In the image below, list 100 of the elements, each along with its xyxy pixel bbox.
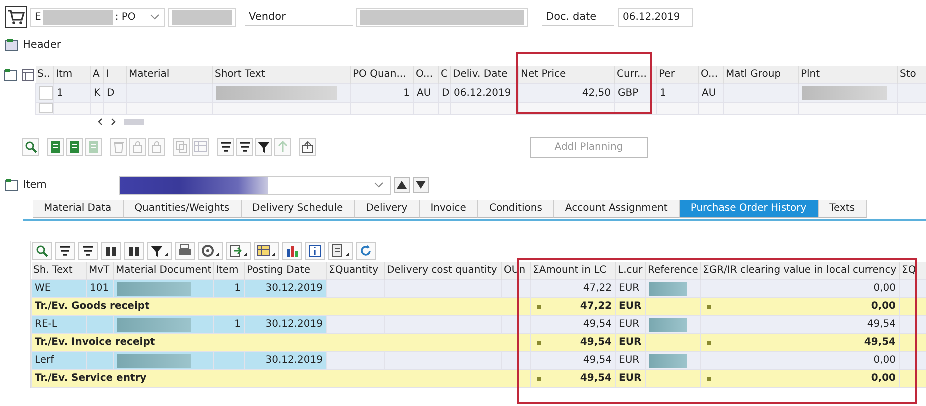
table-cell: 49,54	[580, 337, 612, 348]
column-header[interactable]: Reference	[646, 262, 700, 280]
table-cell: 0,00	[871, 373, 896, 384]
tab[interactable]: Invoice	[420, 200, 478, 218]
upload-icon[interactable]	[226, 242, 251, 260]
tab[interactable]: Quantities/Weights	[124, 200, 242, 218]
info-icon[interactable]	[305, 242, 325, 260]
column-header[interactable]: Net Price	[518, 66, 614, 84]
search-icon[interactable]	[22, 138, 39, 156]
column-header[interactable]: I	[104, 66, 126, 84]
column-header[interactable]: Matl Group	[724, 66, 798, 84]
document-icon[interactable]	[66, 138, 83, 156]
column-header[interactable]: ΣGR/IR clearing value in local currency	[700, 262, 900, 280]
scroll-right-icon[interactable]	[111, 118, 116, 126]
chevron-down-icon[interactable]	[374, 182, 384, 188]
column-header[interactable]: ΣAmount in LC	[530, 262, 616, 280]
column-header[interactable]: Material Document	[114, 262, 214, 280]
doc-date-label: Doc. date	[542, 8, 614, 26]
table-cell: 49,54	[580, 373, 612, 384]
total-marker-icon	[707, 377, 711, 381]
document-icon[interactable]	[328, 242, 353, 260]
redacted-field[interactable]	[168, 8, 236, 26]
column-header[interactable]: Short Text	[212, 66, 350, 84]
table-cell: WE	[35, 283, 52, 294]
column-header[interactable]: MvT	[86, 262, 114, 280]
column-header[interactable]: Sto	[898, 66, 926, 84]
subtotal-label: Tr./Ev. Service entry	[35, 373, 147, 384]
table-cell: 49,54	[867, 319, 896, 330]
total-marker-icon	[537, 305, 541, 309]
tab[interactable]: Account Assignment	[554, 200, 680, 218]
table-cell: EUR	[619, 301, 642, 312]
table-cell: Lerf	[35, 355, 54, 366]
sort-icon[interactable]	[217, 138, 234, 156]
table-settings-icon[interactable]	[21, 68, 35, 82]
column-header[interactable]: S..	[36, 66, 54, 84]
column-header[interactable]: Plnt	[798, 66, 898, 84]
tab[interactable]: Delivery Schedule	[242, 200, 356, 218]
column-header[interactable]: O...	[698, 66, 724, 84]
expand-icon[interactable]	[5, 178, 19, 192]
table-cell: EUR	[619, 355, 640, 366]
total-marker-icon	[537, 377, 541, 381]
table-cell: EUR	[619, 337, 642, 348]
table-cell: D	[107, 88, 115, 98]
total-marker-icon	[537, 341, 541, 345]
sort-icon[interactable]	[78, 242, 98, 260]
document-icon[interactable]	[47, 138, 64, 156]
column-header[interactable]: ΣQuantity	[326, 262, 384, 280]
table-cell: K	[94, 88, 101, 98]
filter-icon[interactable]	[147, 242, 172, 260]
column-header[interactable]: Sh. Text	[32, 262, 86, 280]
scroll-thumb[interactable]	[124, 119, 144, 125]
tab[interactable]: Conditions	[478, 200, 554, 218]
expand-icon[interactable]	[5, 38, 19, 52]
vendor-field[interactable]	[356, 8, 528, 26]
tab[interactable]: Texts	[818, 200, 868, 218]
table-cell: 42,50	[582, 88, 611, 98]
cart-icon[interactable]	[5, 6, 27, 28]
column-header[interactable]: Itm	[54, 66, 90, 84]
printer-icon[interactable]	[175, 242, 195, 260]
grid-icon[interactable]	[254, 242, 279, 260]
table-cell: 101	[90, 283, 110, 294]
column-header[interactable]: Per	[656, 66, 698, 84]
order-type-dropdown[interactable]: E : PO	[30, 8, 165, 26]
upload-icon[interactable]	[299, 138, 316, 156]
table-cell: RE-L	[35, 319, 58, 330]
table-cell: 30.12.2019	[266, 355, 323, 366]
expand-icon[interactable]	[4, 68, 18, 82]
column-header[interactable]: Item	[214, 262, 244, 280]
filter-icon[interactable]	[255, 138, 272, 156]
total-marker-icon	[707, 341, 711, 345]
chevron-down-icon[interactable]	[150, 14, 160, 20]
table-cell: 49,54	[583, 319, 612, 330]
tab[interactable]: Material Data	[33, 200, 124, 218]
column-header[interactable]: O...	[414, 66, 438, 84]
table-cell: D	[442, 88, 450, 98]
tab[interactable]: Delivery	[355, 200, 420, 218]
refresh-icon[interactable]	[356, 242, 376, 260]
column-header[interactable]: PO Quan...	[350, 66, 414, 84]
sort-icon[interactable]	[236, 138, 253, 156]
search-icon[interactable]	[32, 242, 52, 260]
doc-date-field[interactable]: 06.12.2019	[618, 8, 693, 26]
table-cell: GBP	[618, 88, 639, 98]
column-header[interactable]: Deliv. Date	[450, 66, 518, 84]
item-dropdown[interactable]	[119, 176, 391, 194]
item-section-label: Item	[23, 179, 48, 191]
table-cell: 1	[234, 319, 241, 330]
chart-icon[interactable]	[282, 242, 302, 260]
table-cell: 0,00	[871, 301, 896, 312]
scroll-left-icon[interactable]	[98, 118, 103, 126]
vendor-label: Vendor	[245, 8, 353, 26]
table-cell: EUR	[619, 373, 642, 384]
column-header[interactable]: L.cur	[616, 262, 646, 280]
column-header[interactable]: Material	[126, 66, 212, 84]
header-section-label[interactable]: Header	[23, 39, 62, 51]
column-header[interactable]: Delivery cost quantity	[384, 262, 502, 280]
sort-icon[interactable]	[55, 242, 75, 260]
table-cell: 0,00	[874, 283, 896, 294]
table-cell: 1	[660, 88, 666, 98]
column-header[interactable]: Posting Date	[244, 262, 326, 280]
table-cell: 47,22	[580, 301, 612, 312]
